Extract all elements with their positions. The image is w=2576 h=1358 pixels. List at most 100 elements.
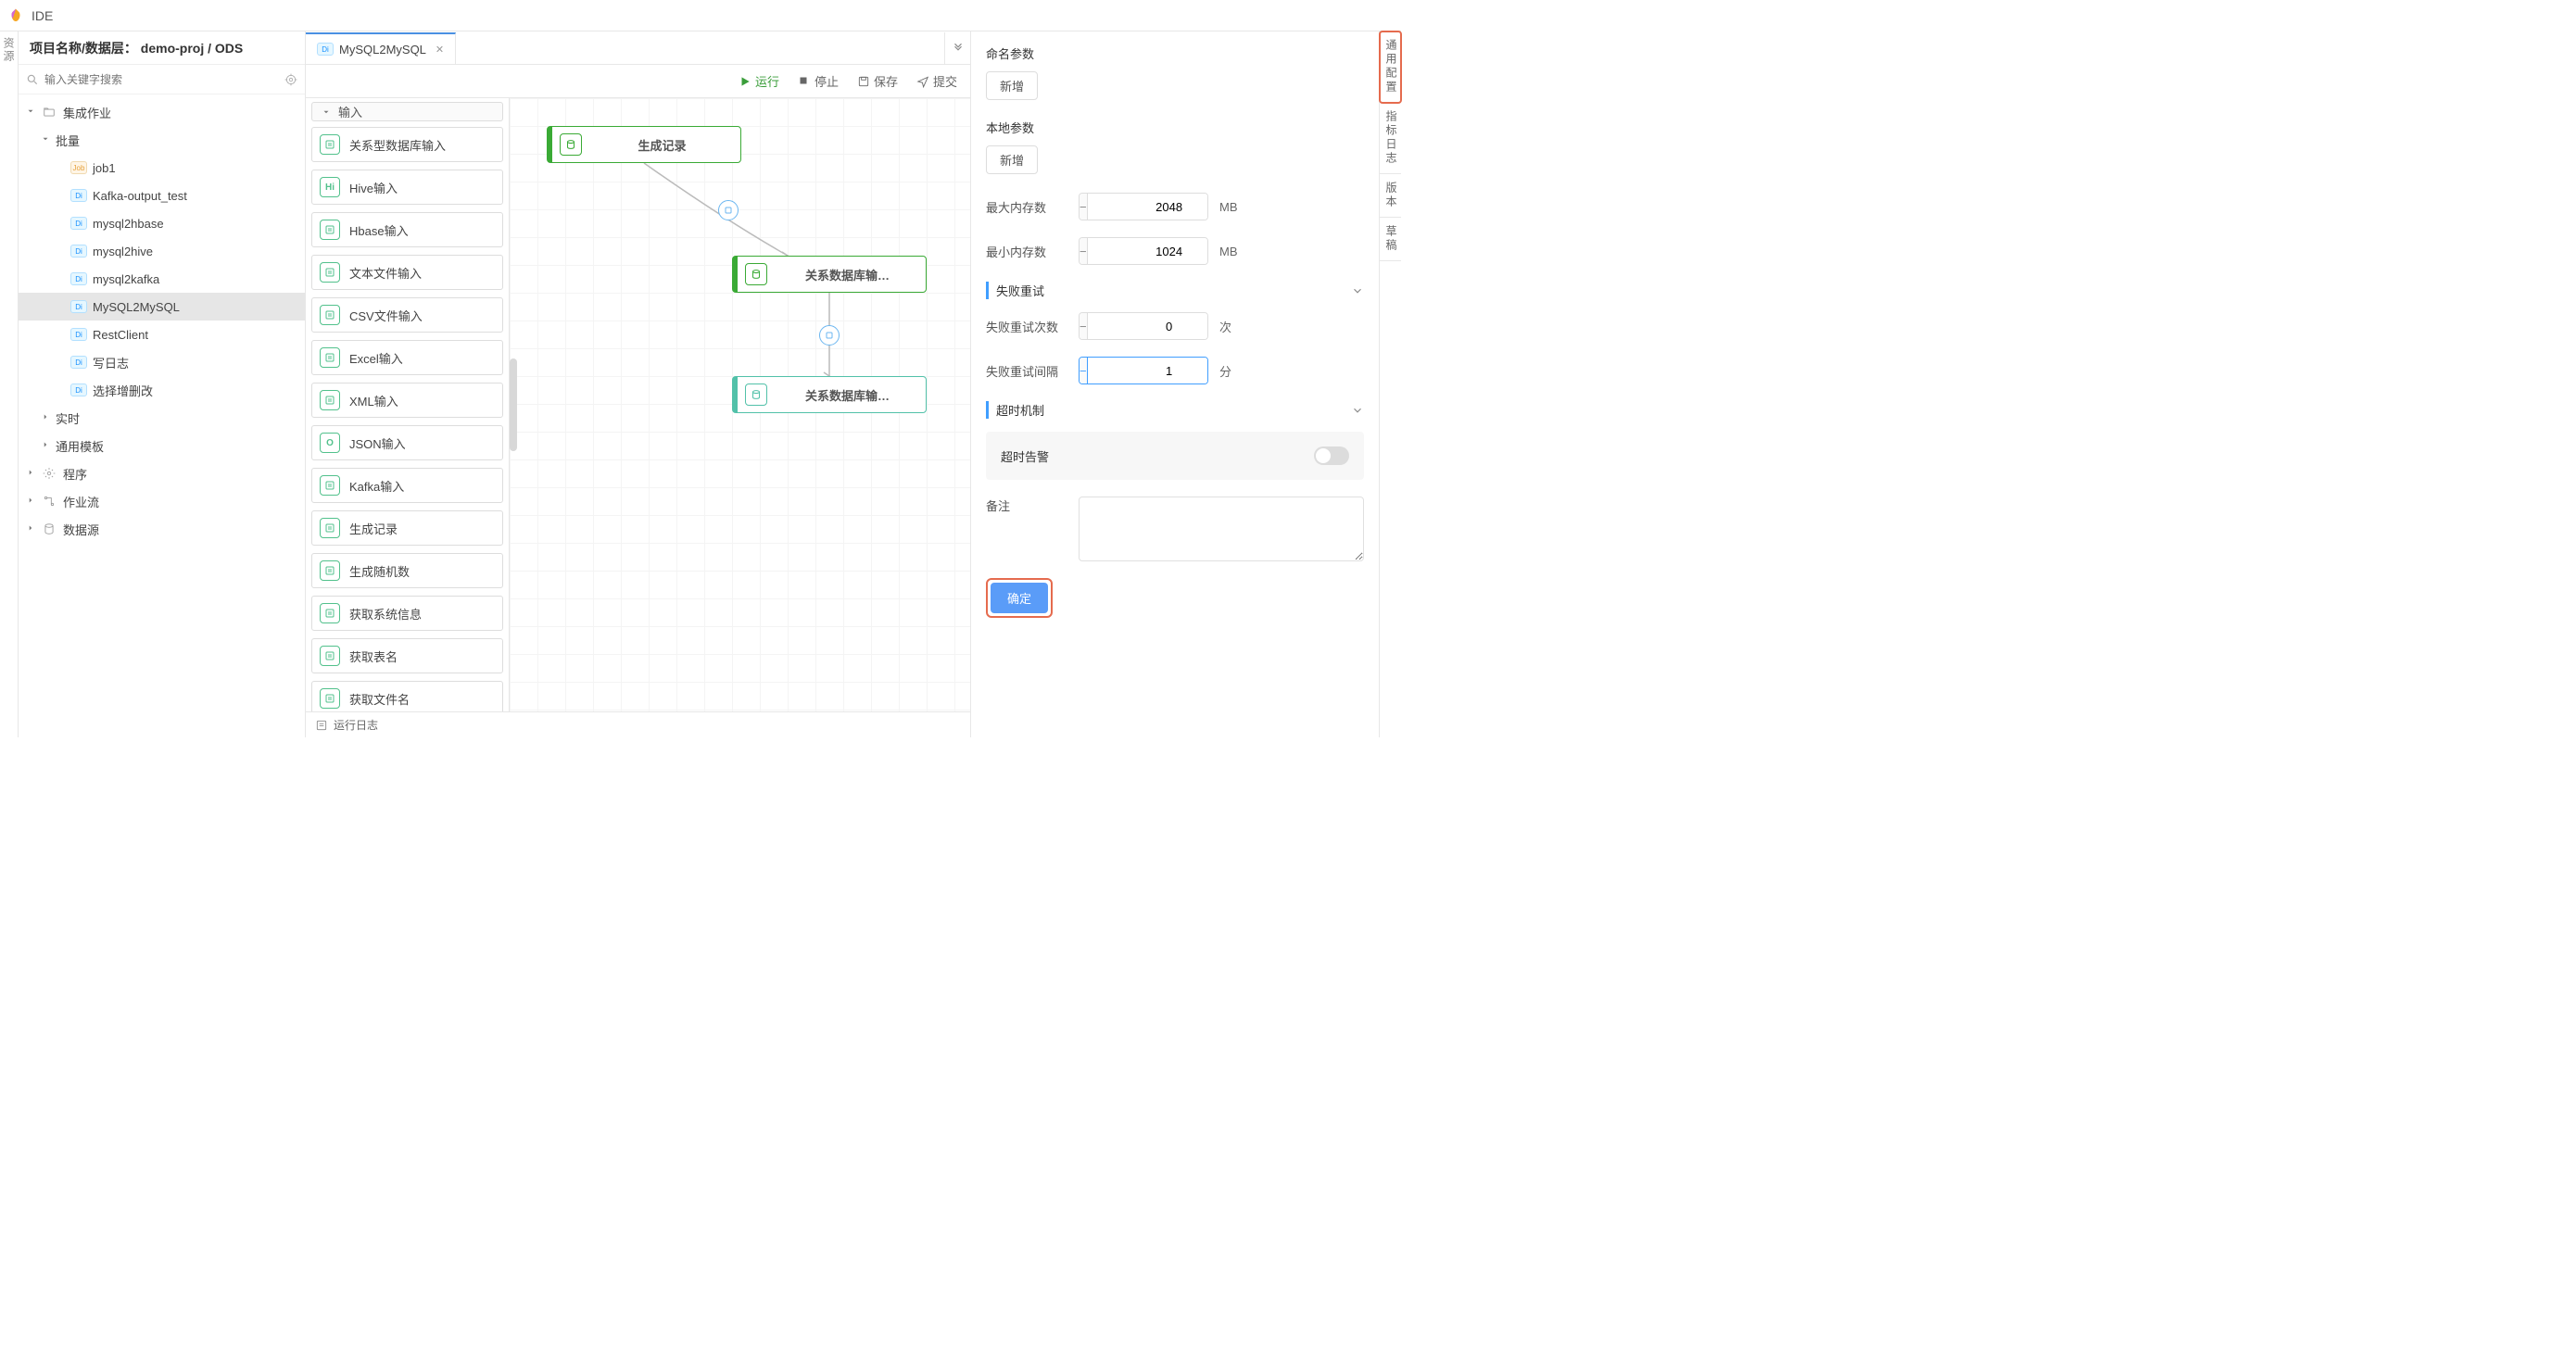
- confirm-button[interactable]: 确定: [991, 583, 1048, 613]
- app-logo-icon: [7, 7, 24, 24]
- locate-icon[interactable]: [284, 73, 297, 86]
- caret-right-icon: [41, 412, 52, 423]
- add-named-param-button[interactable]: 新增: [986, 71, 1038, 100]
- palette-item-label: 生成随机数: [349, 562, 410, 580]
- palette-item[interactable]: 获取文件名: [311, 681, 503, 711]
- right-rail-tab[interactable]: 通用配置: [1380, 31, 1401, 103]
- tabs-overflow-button[interactable]: [944, 32, 970, 64]
- caret-down-icon: [41, 134, 52, 145]
- connection-badge-icon[interactable]: [819, 325, 840, 346]
- di-badge-icon: Di: [70, 189, 87, 202]
- tree-item[interactable]: DiKafka-output_test: [19, 182, 305, 209]
- palette-item[interactable]: 获取表名: [311, 638, 503, 673]
- max-mem-stepper[interactable]: − +: [1079, 193, 1208, 220]
- timeout-alarm-toggle[interactable]: [1314, 446, 1349, 465]
- tree-item[interactable]: Dimysql2hive: [19, 237, 305, 265]
- canvas-node[interactable]: 关系数据库输…: [732, 256, 927, 293]
- right-rail-tab[interactable]: 版本: [1380, 174, 1401, 218]
- max-mem-unit: MB: [1219, 200, 1238, 214]
- palette-item[interactable]: 生成随机数: [311, 553, 503, 588]
- timeout-alarm-row: 超时告警: [986, 432, 1364, 480]
- palette-item-icon: [320, 262, 340, 283]
- fail-retry-count-stepper[interactable]: − +: [1079, 312, 1208, 340]
- canvas-node[interactable]: 关系数据库输…: [732, 376, 927, 413]
- fail-retry-interval-stepper[interactable]: − +: [1079, 357, 1208, 384]
- max-mem-input[interactable]: [1088, 194, 1208, 220]
- fail-retry-count-input[interactable]: [1088, 313, 1208, 339]
- tree-item[interactable]: Dimysql2hbase: [19, 209, 305, 237]
- palette-item[interactable]: 生成记录: [311, 510, 503, 546]
- palette-item-label: 生成记录: [349, 520, 398, 537]
- minus-icon[interactable]: −: [1080, 238, 1088, 264]
- search-input[interactable]: [44, 73, 284, 86]
- right-rail-tab[interactable]: 指标日志: [1380, 103, 1401, 174]
- tree-item[interactable]: 通用模板: [19, 432, 305, 459]
- canvas[interactable]: 生成记录关系数据库输… 关系数据库输…: [510, 98, 970, 711]
- canvas-scrollbar[interactable]: [510, 358, 517, 451]
- palette-group-input-header[interactable]: 输入: [311, 102, 503, 121]
- min-mem-label: 最小内存数: [986, 243, 1079, 260]
- gear-icon: [41, 467, 57, 480]
- close-icon[interactable]: ✕: [436, 44, 444, 56]
- tab-label: MySQL2MySQL: [339, 43, 426, 57]
- fail-retry-interval-unit: 分: [1219, 362, 1231, 380]
- fail-retry-header[interactable]: 失败重试: [986, 282, 1364, 299]
- tree-item[interactable]: Jobjob1: [19, 154, 305, 182]
- palette-item[interactable]: 文本文件输入: [311, 255, 503, 290]
- tree-item[interactable]: 数据源: [19, 515, 305, 543]
- tree-item-label: 作业流: [63, 493, 99, 510]
- connection-badge-icon[interactable]: [718, 200, 739, 220]
- palette-item[interactable]: OJSON输入: [311, 425, 503, 460]
- minus-icon[interactable]: −: [1080, 313, 1088, 339]
- tree-item-label: mysql2hive: [93, 245, 153, 258]
- remark-textarea[interactable]: [1079, 497, 1364, 561]
- palette-item[interactable]: Kafka输入: [311, 468, 503, 503]
- min-mem-input[interactable]: [1088, 238, 1208, 264]
- add-local-param-button[interactable]: 新增: [986, 145, 1038, 174]
- palette-item[interactable]: CSV文件输入: [311, 297, 503, 333]
- timeout-header[interactable]: 超时机制: [986, 401, 1364, 419]
- timeout-alarm-label: 超时告警: [1001, 447, 1049, 465]
- app-title: IDE: [32, 8, 53, 23]
- status-bar[interactable]: 运行日志: [306, 711, 970, 737]
- palette-item[interactable]: 关系型数据库输入: [311, 127, 503, 162]
- palette-item-label: Excel输入: [349, 349, 403, 367]
- tree-item[interactable]: DiRestClient: [19, 321, 305, 348]
- min-mem-stepper[interactable]: − +: [1079, 237, 1208, 265]
- right-rail-tab[interactable]: 草稿: [1380, 218, 1401, 261]
- palette-item-icon: [320, 560, 340, 581]
- tree-item[interactable]: 集成作业: [19, 98, 305, 126]
- palette-item[interactable]: XML输入: [311, 383, 503, 418]
- palette-item[interactable]: Excel输入: [311, 340, 503, 375]
- save-button[interactable]: 保存: [857, 72, 898, 90]
- palette-item-icon: [320, 347, 340, 368]
- minus-icon[interactable]: −: [1080, 358, 1088, 384]
- palette-item[interactable]: HiHive输入: [311, 170, 503, 205]
- palette-item-label: JSON输入: [349, 434, 406, 452]
- palette-item[interactable]: 获取系统信息: [311, 596, 503, 631]
- tree-item[interactable]: Di选择增删改: [19, 376, 305, 404]
- tree-item-label: 写日志: [93, 354, 129, 371]
- tree-item[interactable]: DiMySQL2MySQL: [19, 293, 305, 321]
- run-button[interactable]: 运行: [739, 72, 779, 90]
- fail-retry-interval-input[interactable]: [1088, 358, 1208, 384]
- palette-item[interactable]: Hbase输入: [311, 212, 503, 247]
- submit-button[interactable]: 提交: [916, 72, 957, 90]
- tree-item[interactable]: Dimysql2kafka: [19, 265, 305, 293]
- tree-item[interactable]: 批量: [19, 126, 305, 154]
- minus-icon[interactable]: −: [1080, 194, 1088, 220]
- di-badge-icon: Di: [70, 217, 87, 230]
- tree-item[interactable]: 作业流: [19, 487, 305, 515]
- left-rail: 资源: [0, 31, 19, 737]
- tab-active[interactable]: Di MySQL2MySQL ✕: [306, 32, 456, 64]
- stop-button[interactable]: 停止: [798, 72, 839, 90]
- left-rail-label[interactable]: 资源: [1, 37, 17, 63]
- palette-item-label: CSV文件输入: [349, 307, 423, 324]
- canvas-node[interactable]: 生成记录: [547, 126, 741, 163]
- tree-item[interactable]: 程序: [19, 459, 305, 487]
- send-icon: [916, 75, 929, 88]
- tree-item[interactable]: Di写日志: [19, 348, 305, 376]
- tree-item[interactable]: 实时: [19, 404, 305, 432]
- tree: 集成作业批量Jobjob1DiKafka-output_testDimysql2…: [19, 94, 305, 737]
- node-icon: [745, 384, 767, 406]
